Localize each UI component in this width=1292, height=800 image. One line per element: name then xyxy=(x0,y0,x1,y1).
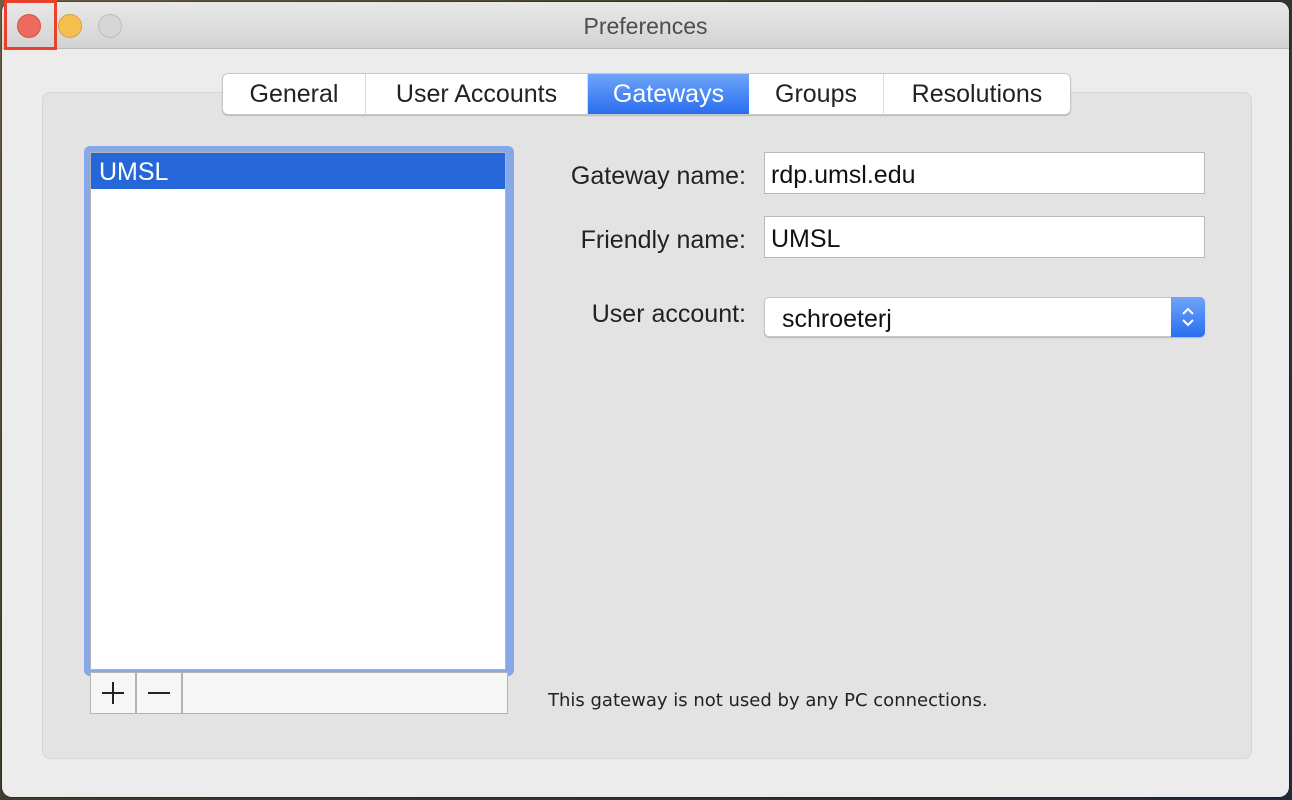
add-gateway-button[interactable] xyxy=(91,673,137,713)
user-account-select[interactable]: schroeterj xyxy=(764,297,1205,337)
list-item[interactable]: UMSL xyxy=(91,153,505,189)
gateway-usage-status: This gateway is not used by any PC conne… xyxy=(548,690,988,711)
tab-groups[interactable]: Groups xyxy=(749,74,884,114)
plus-icon xyxy=(102,682,124,704)
gateway-name-label: Gateway name: xyxy=(570,162,746,190)
friendly-name-label: Friendly name: xyxy=(580,226,746,254)
close-button-highlight xyxy=(4,0,57,50)
preferences-window: Preferences General User Accounts Gatewa… xyxy=(2,2,1289,797)
tab-bar: General User Accounts Gateways Groups Re… xyxy=(222,73,1071,115)
remove-gateway-button[interactable] xyxy=(137,673,183,713)
tab-user-accounts[interactable]: User Accounts xyxy=(366,74,588,114)
window-title: Preferences xyxy=(583,13,708,39)
gateway-list[interactable]: UMSL xyxy=(90,152,506,670)
title-bar[interactable]: Preferences xyxy=(2,2,1289,49)
tab-general[interactable]: General xyxy=(223,74,366,114)
gateway-name-input[interactable]: rdp.umsl.edu xyxy=(764,152,1205,194)
tab-gateways[interactable]: Gateways xyxy=(588,74,749,114)
friendly-name-input[interactable]: UMSL xyxy=(764,216,1205,258)
user-account-value: schroeterj xyxy=(782,305,892,333)
user-account-label: User account: xyxy=(591,300,746,328)
chevron-up-down-icon[interactable] xyxy=(1171,297,1205,337)
tab-resolutions[interactable]: Resolutions xyxy=(884,74,1070,114)
minus-icon xyxy=(148,692,170,694)
gateway-list-buttons xyxy=(90,672,508,714)
